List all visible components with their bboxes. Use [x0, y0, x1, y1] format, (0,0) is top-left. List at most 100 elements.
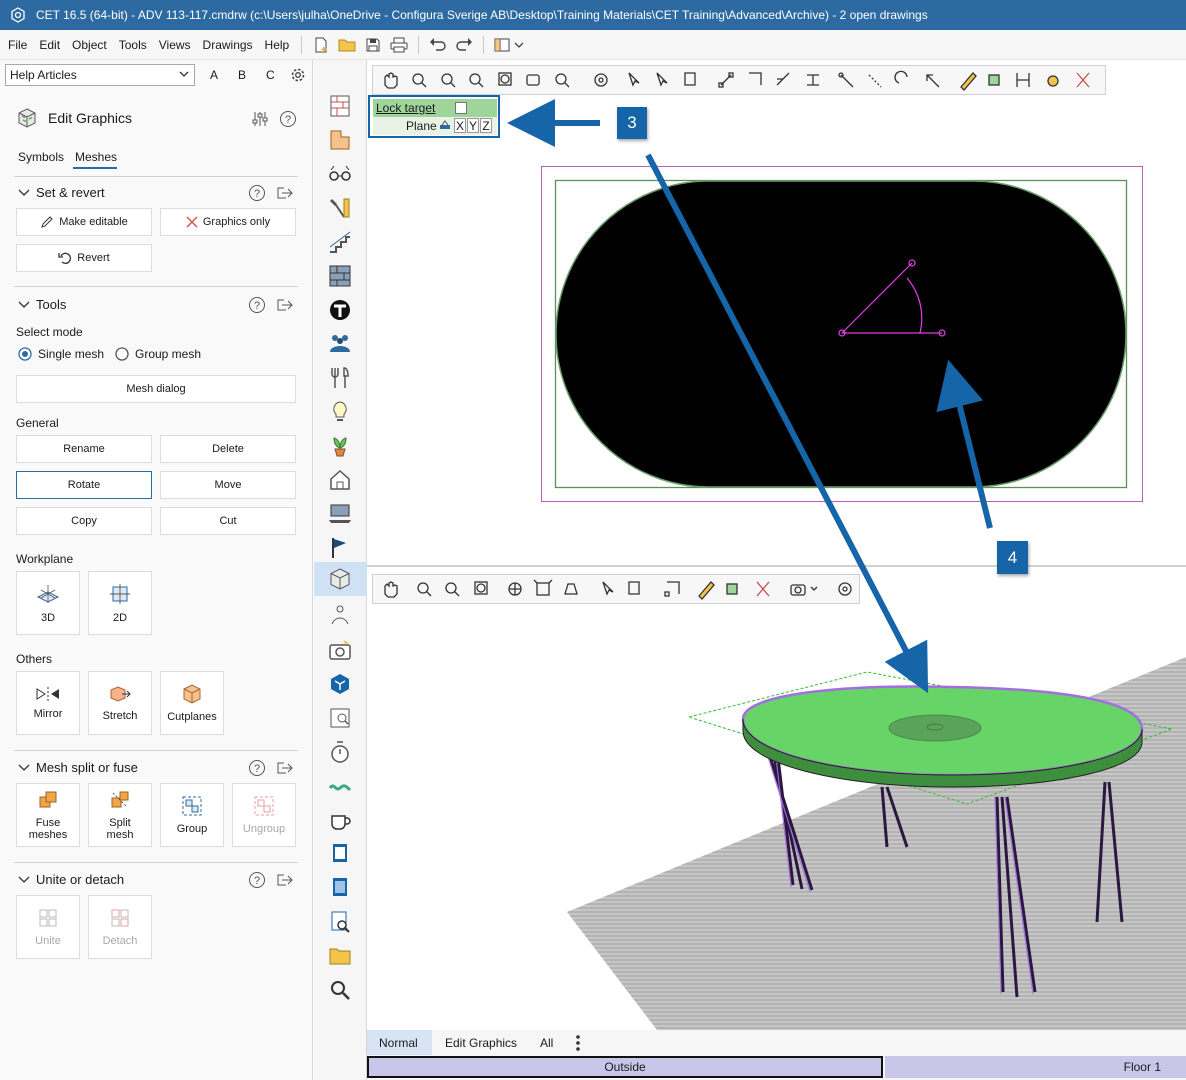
revert-button[interactable]: Revert — [16, 244, 152, 272]
menu-tools[interactable]: Tools — [113, 38, 153, 52]
more-options-icon[interactable] — [575, 1035, 581, 1051]
model-view-3d[interactable] — [367, 567, 1186, 1030]
tab-all[interactable]: All — [528, 1030, 565, 1055]
floor-selector[interactable]: Floor 1 — [885, 1056, 1186, 1078]
unite-detach-section-header[interactable]: Unite or detach — [18, 872, 124, 887]
workplane-2d-button[interactable]: 2D — [88, 571, 152, 635]
tab-edit-graphics[interactable]: Edit Graphics — [433, 1030, 529, 1055]
letter-a-button[interactable]: A — [210, 68, 218, 82]
plan-view-2d[interactable]: Lock target Plane X Y Z — [367, 60, 1186, 567]
help-articles-select[interactable]: Help Articles — [5, 64, 195, 86]
layout-dropdown-icon[interactable] — [492, 34, 528, 56]
space-outside[interactable]: Outside — [367, 1056, 883, 1078]
letter-b-button[interactable]: B — [238, 68, 246, 82]
group-mesh-radio[interactable] — [115, 347, 129, 361]
split-fuse-section-header[interactable]: Mesh split or fuse — [18, 760, 138, 775]
graphics-only-button[interactable]: Graphics only — [160, 208, 296, 236]
wall-icon[interactable] — [328, 94, 352, 118]
camera-icon[interactable] — [328, 638, 352, 662]
stairs-icon[interactable] — [328, 230, 352, 254]
redo-icon[interactable] — [453, 34, 475, 56]
menu-drawings[interactable]: Drawings — [197, 38, 259, 52]
copy-button[interactable]: Copy — [16, 507, 152, 535]
undo-icon[interactable] — [427, 34, 449, 56]
coffee-cup-icon[interactable] — [328, 808, 352, 832]
settings-sliders-icon[interactable] — [251, 110, 269, 128]
edit-graphics-extension-active[interactable] — [314, 562, 367, 596]
cutplanes-button[interactable]: Cutplanes — [160, 671, 224, 735]
unite-button[interactable]: Unite — [16, 895, 80, 959]
menu-views[interactable]: Views — [153, 38, 197, 52]
kitchen-utensils-icon[interactable] — [328, 366, 352, 390]
documents-icon[interactable] — [328, 842, 352, 866]
brand-t-icon[interactable] — [328, 298, 352, 322]
catalog-book-icon[interactable] — [328, 706, 352, 730]
folder-icon[interactable] — [328, 944, 352, 968]
menu-edit[interactable]: Edit — [33, 38, 66, 52]
svg-text:?: ? — [254, 300, 260, 312]
print-icon[interactable] — [388, 34, 410, 56]
help-question-icon[interactable]: ? — [248, 296, 266, 314]
set-revert-section-header[interactable]: Set & revert — [18, 185, 105, 200]
help-question-icon[interactable]: ? — [248, 759, 266, 777]
help-question-icon[interactable]: ? — [248, 184, 266, 202]
help-question-icon[interactable]: ? — [248, 871, 266, 889]
delete-button[interactable]: Delete — [160, 435, 296, 463]
menu-help[interactable]: Help — [259, 38, 296, 52]
report-icon[interactable] — [328, 876, 352, 900]
network-hand-icon[interactable] — [328, 604, 352, 628]
gear-icon[interactable] — [289, 66, 307, 84]
letter-c-button[interactable]: C — [266, 68, 275, 82]
make-editable-button[interactable]: Make editable — [16, 208, 152, 236]
timer-icon[interactable] — [328, 740, 352, 764]
revert-icon — [58, 252, 72, 264]
sketchup-icon[interactable] — [328, 672, 352, 696]
mirror-button[interactable]: Mirror — [16, 671, 80, 735]
tab-symbols[interactable]: Symbols — [18, 150, 64, 164]
plant-icon[interactable] — [328, 434, 352, 458]
rename-button[interactable]: Rename — [16, 435, 152, 463]
popout-icon[interactable] — [276, 298, 294, 312]
single-mesh-radio[interactable] — [18, 347, 32, 361]
group-button[interactable]: Group — [160, 783, 224, 847]
help-question-icon[interactable]: ? — [279, 110, 297, 128]
tab-normal[interactable]: Normal — [367, 1030, 432, 1055]
detach-button[interactable]: Detach — [88, 895, 152, 959]
scene-3d[interactable] — [367, 567, 1186, 1030]
open-folder-icon[interactable] — [336, 34, 358, 56]
search-document-icon[interactable] — [328, 910, 352, 934]
move-button[interactable]: Move — [160, 471, 296, 499]
rotate-button[interactable]: Rotate — [16, 471, 152, 499]
workplane-3d-button[interactable]: 3D — [16, 571, 80, 635]
search-icon[interactable] — [328, 978, 352, 1002]
people-icon[interactable] — [328, 332, 352, 356]
fuse-meshes-button[interactable]: Fuse meshes — [16, 783, 80, 847]
split-mesh-button[interactable]: Split mesh — [88, 783, 152, 847]
ungroup-button[interactable]: Ungroup — [232, 783, 296, 847]
plan-drawing[interactable] — [367, 60, 1186, 565]
stretch-button[interactable]: Stretch — [88, 671, 152, 735]
tiles-icon[interactable] — [328, 264, 352, 288]
menu-file[interactable]: File — [2, 38, 33, 52]
detach-label: Detach — [102, 935, 138, 947]
tools-ruler-icon[interactable] — [328, 196, 352, 220]
new-file-icon[interactable] — [310, 34, 332, 56]
flag-icon[interactable] — [328, 536, 352, 560]
popout-icon[interactable] — [276, 186, 294, 200]
home-icon[interactable] — [328, 468, 352, 492]
model-view-toolbar-icons[interactable] — [377, 578, 853, 600]
workstation-icon[interactable] — [328, 502, 352, 526]
lightbulb-icon[interactable] — [328, 400, 352, 424]
tools-section-header[interactable]: Tools — [18, 297, 66, 312]
floor-plan-icon[interactable] — [328, 128, 352, 152]
oval-table-top-2d[interactable] — [555, 180, 1127, 488]
popout-icon[interactable] — [276, 761, 294, 775]
popout-icon[interactable] — [276, 873, 294, 887]
mesh-dialog-button[interactable]: Mesh dialog — [16, 375, 296, 403]
menu-object[interactable]: Object — [66, 38, 113, 52]
glasses-icon[interactable] — [328, 162, 352, 186]
cut-button[interactable]: Cut — [160, 507, 296, 535]
save-icon[interactable] — [362, 34, 384, 56]
tab-meshes[interactable]: Meshes — [75, 150, 117, 164]
wave-icon[interactable] — [328, 774, 352, 798]
